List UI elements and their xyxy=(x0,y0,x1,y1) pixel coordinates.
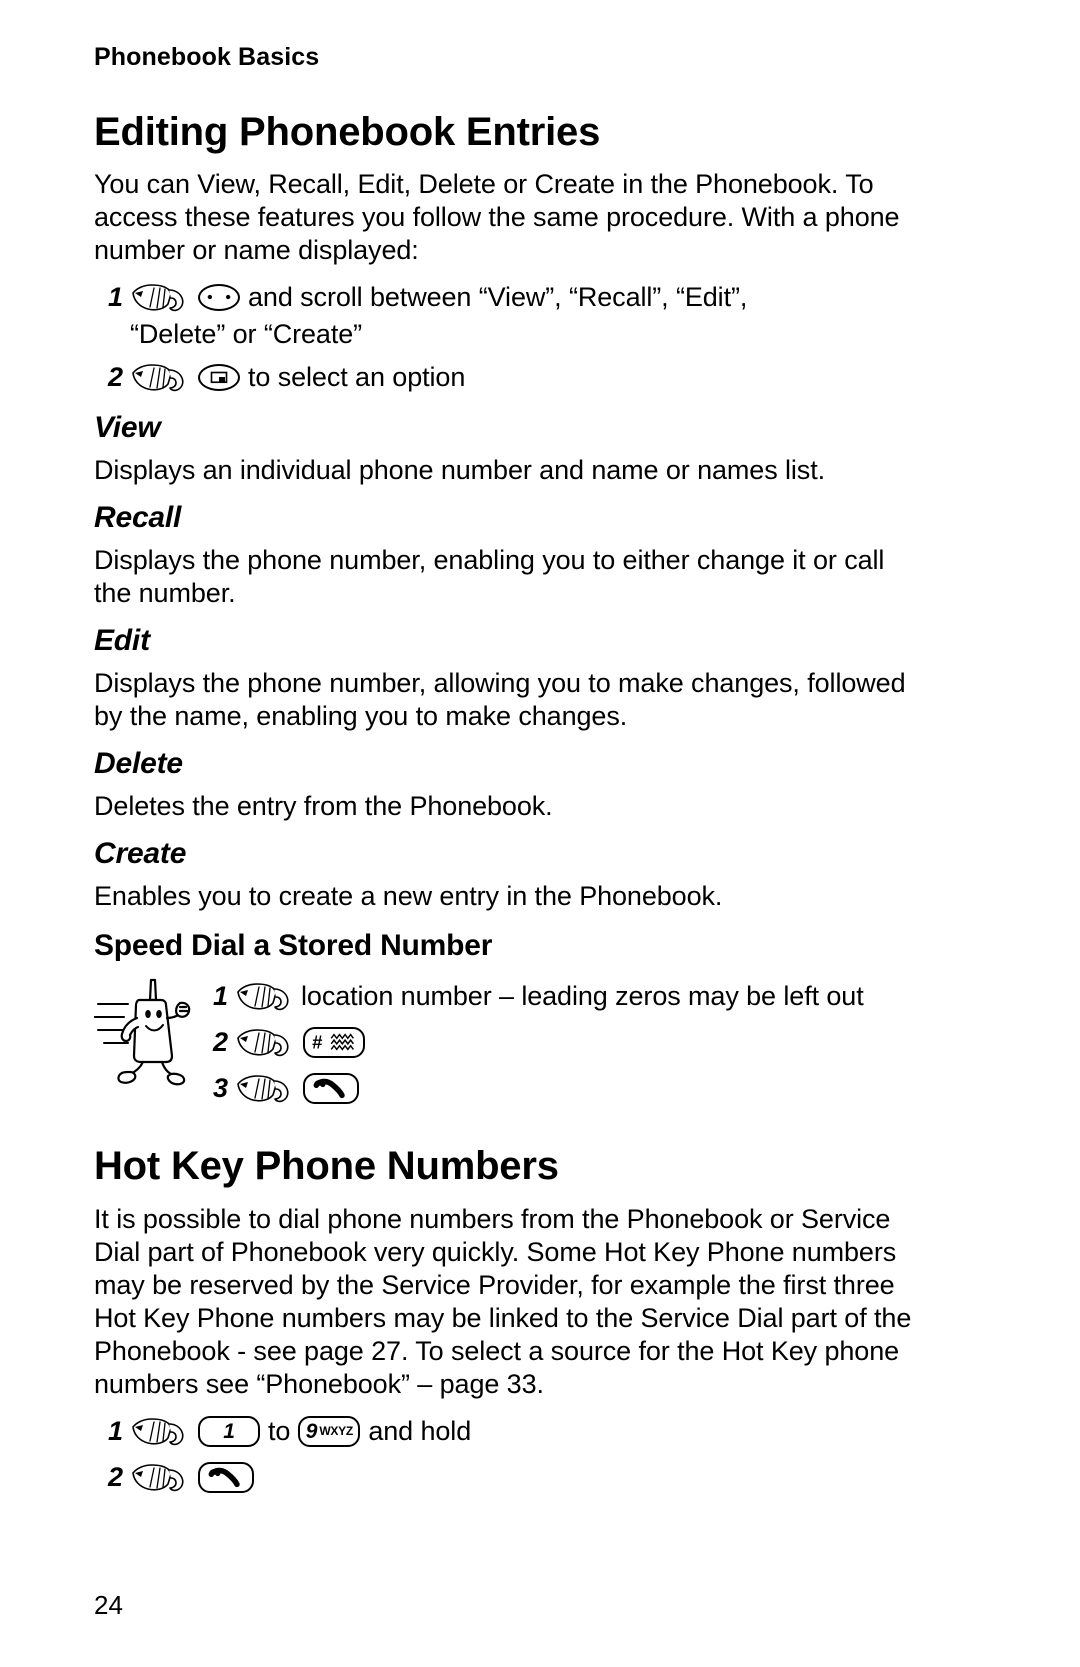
pointing-hand-icon xyxy=(235,1071,295,1105)
pointing-hand-icon xyxy=(130,360,190,394)
call-key-icon xyxy=(303,1072,359,1104)
recall-description: Displays the phone number, enabling you … xyxy=(94,545,885,609)
step-content: to select an option xyxy=(130,357,924,397)
step-text-continuation: “Delete” or “Create” xyxy=(130,319,363,350)
step-text-between: to xyxy=(268,1415,291,1446)
step-number: 1 xyxy=(213,981,229,1012)
pointing-hand-icon xyxy=(130,280,190,314)
pointing-hand-icon xyxy=(130,1460,190,1494)
step-text: and scroll between “View”, “Recall”, “Ed… xyxy=(248,281,748,312)
step-text: location number – leading zeros may be l… xyxy=(301,980,864,1011)
delete-description: Deletes the entry from the Phonebook. xyxy=(94,791,553,822)
digit-key-9-letters: WXYZ xyxy=(319,1424,353,1439)
subheading-view: View xyxy=(94,411,161,445)
editing-intro-paragraph: You can View, Recall, Edit, Delete or Cr… xyxy=(94,169,900,266)
pointing-hand-icon xyxy=(235,979,295,1013)
subheading-create: Create xyxy=(94,837,187,871)
create-description: Enables you to create a new entry in the… xyxy=(94,881,723,912)
page-title-editing-phonebook-entries: Editing Phonebook Entries xyxy=(94,109,601,154)
step-content xyxy=(235,1068,924,1108)
step-number: 2 xyxy=(108,362,124,393)
step-text-trailing: and hold xyxy=(368,1415,472,1446)
digit-key-1-label: 1 xyxy=(223,1419,235,1443)
step-row: 1 xyxy=(94,277,924,351)
step-number: 2 xyxy=(213,1027,229,1058)
digit-key-9-icon: 9 WXYZ xyxy=(298,1415,361,1447)
page-content: Phonebook Basics Editing Phonebook Entri… xyxy=(94,43,924,1503)
running-head: Phonebook Basics xyxy=(94,43,320,71)
subheading-delete: Delete xyxy=(94,747,183,781)
step-content: # xyxy=(235,1022,924,1062)
scroll-key-icon xyxy=(198,283,240,311)
select-key-icon xyxy=(198,363,240,391)
digit-key-9-label: 9 xyxy=(305,1419,318,1443)
pointing-hand-icon xyxy=(235,1025,295,1059)
running-phone-character-icon xyxy=(94,974,199,1089)
step-row: 1 xyxy=(199,976,924,1016)
step-row: 2 xyxy=(199,1022,924,1062)
step-content xyxy=(130,1457,924,1497)
step-number: 1 xyxy=(108,282,124,313)
hash-key-icon: # xyxy=(303,1026,365,1058)
speed-dial-block: 1 location number – leading zeros may be… xyxy=(94,968,924,1114)
subheading-recall: Recall xyxy=(94,501,182,535)
subheading-edit: Edit xyxy=(94,624,150,658)
step-text: to select an option xyxy=(248,361,466,392)
step-content: and scroll between “View”, “Recall”, “Ed… xyxy=(130,277,924,351)
view-description: Displays an individual phone number and … xyxy=(94,455,826,486)
step-number: 1 xyxy=(108,1416,124,1447)
step-number: 2 xyxy=(108,1462,124,1493)
step-content: 1 to 9 WXYZ and hold xyxy=(130,1411,924,1451)
step-number: 3 xyxy=(213,1073,229,1104)
edit-description: Displays the phone number, allowing you … xyxy=(94,668,906,732)
pointing-hand-icon xyxy=(130,1414,190,1448)
step-row: 2 xyxy=(94,357,924,397)
digit-key-1-icon: 1 xyxy=(198,1415,260,1447)
editing-steps-list: 1 and scroll between “View”, “Recall”, “… xyxy=(94,277,924,397)
svg-text:#: # xyxy=(312,1032,323,1053)
speed-dial-steps-list: 1 location number – leading zeros may be… xyxy=(199,968,924,1114)
hot-key-description: It is possible to dial phone numbers fro… xyxy=(94,1204,912,1400)
subheading-speed-dial: Speed Dial a Stored Number xyxy=(94,929,493,963)
step-content: location number – leading zeros may be l… xyxy=(235,976,924,1016)
page-number: 24 xyxy=(94,1590,123,1620)
step-row: 2 xyxy=(94,1457,924,1497)
step-row: 1 xyxy=(94,1411,924,1451)
document-page: Phonebook Basics Editing Phonebook Entri… xyxy=(0,0,1080,1667)
step-row: 3 xyxy=(199,1068,924,1108)
call-key-icon xyxy=(198,1461,254,1493)
hot-key-steps-list: 1 1 to 9 WXYZ and hold 2 xyxy=(94,1411,924,1497)
page-title-hot-key-phone-numbers: Hot Key Phone Numbers xyxy=(94,1144,559,1189)
